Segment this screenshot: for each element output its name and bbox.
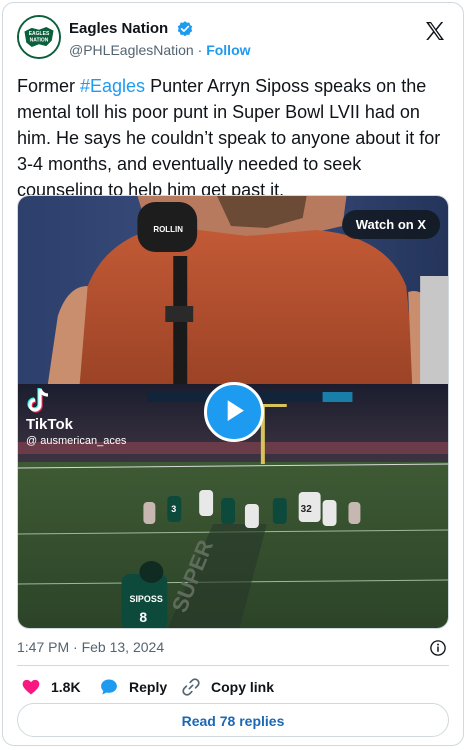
author-handle[interactable]: @PHLEaglesNation <box>69 42 194 58</box>
player-number: 8 <box>139 609 147 625</box>
tiktok-label: TikTok <box>26 416 73 433</box>
tweet-timestamp[interactable]: 1:47 PM · Feb 13, 2024 <box>17 639 164 655</box>
reply-bubble-icon <box>101 679 117 695</box>
link-icon <box>182 678 200 696</box>
tiktok-icon <box>27 388 49 413</box>
timestamp-separator: · <box>73 639 78 655</box>
read-replies-button[interactable]: Read 78 replies <box>17 703 449 737</box>
avatar-logo: EAGLES NATION <box>19 17 59 57</box>
tweet-card: EAGLES NATION Eagles Nation @PHLEaglesNa… <box>2 2 464 746</box>
player-name: SIPOSS <box>129 594 162 604</box>
verified-badge-icon <box>177 20 192 36</box>
video-media[interactable]: ROLLIN SUPER 3 32 SIPOSS 8 Watch on X Ti… <box>17 195 449 629</box>
copy-link-label: Copy link <box>211 679 275 695</box>
avatar[interactable]: EAGLES NATION <box>17 15 61 59</box>
tweet-header: EAGLES NATION Eagles Nation @PHLEaglesNa… <box>17 15 449 63</box>
play-button[interactable] <box>204 382 264 442</box>
reply-button[interactable]: Reply <box>99 675 167 699</box>
hashtag-link[interactable]: #Eagles <box>80 76 145 96</box>
watch-on-x-button[interactable]: Watch on X <box>341 210 440 239</box>
jersey-number-1: 3 <box>171 504 176 514</box>
avatar-text-bottom: NATION <box>30 38 49 44</box>
tweet-text-prefix: Former <box>17 76 80 96</box>
tiktok-watermark: TikTok @ ausmerican_aces <box>26 386 126 448</box>
follow-button[interactable]: Follow <box>206 42 250 58</box>
author-block: Eagles Nation @PHLEaglesNation · Follow <box>69 19 251 60</box>
mic-brand: ROLLIN <box>153 225 183 234</box>
action-bar: 1.8K Reply Copy link <box>17 675 449 699</box>
display-name[interactable]: Eagles Nation <box>69 19 168 38</box>
play-icon <box>227 400 244 421</box>
handle-row: @PHLEaglesNation · Follow <box>69 40 251 60</box>
tweet-text: Former #Eagles Punter Arryn Siposs speak… <box>17 73 447 203</box>
copy-link-button[interactable]: Copy link <box>181 675 274 699</box>
like-count: 1.8K <box>51 679 81 695</box>
avatar-text-top: EAGLES <box>29 31 50 37</box>
x-logo-icon[interactable] <box>423 19 447 43</box>
tweet-date: Feb 13, 2024 <box>81 639 165 655</box>
handle-separator: · <box>197 42 203 58</box>
jersey-number-2: 32 <box>301 504 313 515</box>
heart-icon <box>22 679 40 695</box>
divider <box>17 665 449 666</box>
tweet-time: 1:47 PM <box>17 639 70 655</box>
tiktok-handle: @ ausmerican_aces <box>26 435 127 447</box>
like-button[interactable]: 1.8K <box>21 675 81 699</box>
reply-label: Reply <box>129 679 168 695</box>
info-icon[interactable] <box>429 639 447 657</box>
